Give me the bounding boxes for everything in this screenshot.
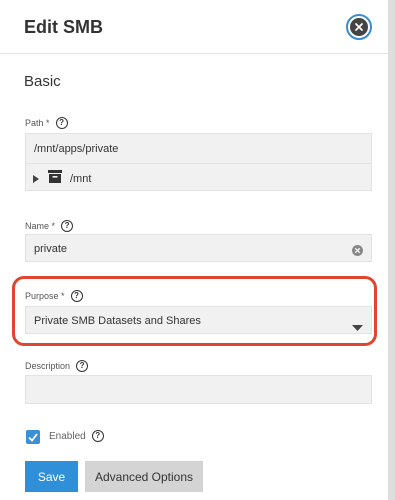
- chevron-down-icon[interactable]: [352, 318, 363, 336]
- tree-item-mnt[interactable]: /mnt: [32, 169, 91, 189]
- purpose-select[interactable]: Private SMB Datasets and Shares: [25, 306, 372, 334]
- path-label-group: Path * ?: [25, 117, 68, 129]
- panel-header: Edit SMB: [0, 0, 388, 54]
- page-title: Edit SMB: [24, 17, 103, 37]
- enabled-label-group: Enabled ?: [49, 430, 104, 442]
- close-icon: [350, 18, 368, 36]
- name-input[interactable]: private: [25, 234, 372, 262]
- description-label: Description: [25, 361, 71, 371]
- edit-smb-panel: Edit SMB Basic Path * ? /mnt/apps/privat…: [0, 0, 388, 500]
- expand-arrow-icon[interactable]: [32, 170, 40, 188]
- path-label: Path *: [25, 118, 50, 128]
- purpose-value: Private SMB Datasets and Shares: [34, 315, 201, 327]
- path-divider: [26, 163, 371, 164]
- help-icon[interactable]: ?: [55, 117, 68, 129]
- close-button[interactable]: [346, 14, 372, 40]
- archive-icon: [47, 169, 63, 189]
- help-icon[interactable]: ?: [76, 360, 89, 372]
- path-value: /mnt/apps/private: [34, 143, 119, 155]
- help-icon[interactable]: ?: [91, 430, 104, 442]
- help-icon[interactable]: ?: [61, 220, 74, 232]
- description-label-group: Description ?: [25, 360, 89, 372]
- enabled-label: Enabled: [49, 430, 86, 442]
- purpose-label-group: Purpose * ?: [25, 290, 83, 302]
- background-overlay: [388, 0, 395, 500]
- advanced-options-button[interactable]: Advanced Options: [85, 461, 203, 492]
- path-field[interactable]: /mnt/apps/private /mnt: [25, 133, 372, 191]
- clear-icon[interactable]: [352, 243, 363, 261]
- save-button[interactable]: Save: [25, 461, 78, 492]
- help-icon[interactable]: ?: [70, 290, 83, 302]
- description-input[interactable]: [25, 375, 372, 404]
- purpose-label: Purpose *: [25, 291, 65, 301]
- section-title-basic: Basic: [24, 73, 61, 90]
- name-label-group: Name * ?: [25, 220, 74, 232]
- enabled-checkbox[interactable]: [26, 430, 40, 444]
- tree-item-label: /mnt: [70, 173, 92, 185]
- name-label: Name *: [25, 221, 56, 231]
- name-value: private: [34, 243, 68, 255]
